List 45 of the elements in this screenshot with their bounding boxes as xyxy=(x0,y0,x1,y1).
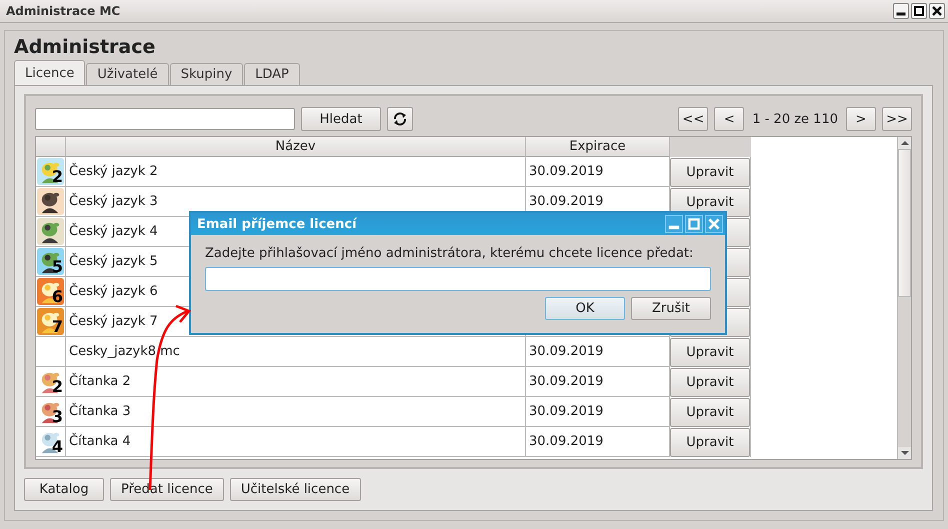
login-field[interactable] xyxy=(205,267,711,291)
search-button[interactable]: Hledat xyxy=(301,107,381,131)
icon-number: 4 xyxy=(52,439,63,455)
last-page-button[interactable]: >> xyxy=(882,107,912,131)
action-button[interactable]: Učitelské licence xyxy=(230,478,361,501)
edit-button[interactable]: Upravit xyxy=(670,428,750,456)
column-header: Název xyxy=(66,137,526,157)
search-field[interactable] xyxy=(35,108,295,130)
table-cell: Čítanka 4 xyxy=(66,427,526,457)
icon-number: 2 xyxy=(52,169,63,185)
refresh-icon[interactable] xyxy=(392,111,408,127)
maximize-icon[interactable] xyxy=(911,3,927,19)
table-cell: Čítanka 2 xyxy=(66,367,526,397)
page-heading: Administrace xyxy=(14,36,156,60)
scrollbar[interactable] xyxy=(897,137,911,459)
tab[interactable]: Skupiny xyxy=(170,63,244,85)
tab[interactable]: LDAP xyxy=(244,63,300,85)
dialog-title: Email příjemce licencí xyxy=(197,216,357,232)
scroll-thumb[interactable] xyxy=(898,149,911,297)
close-icon[interactable] xyxy=(929,3,945,19)
icon-number: 7 xyxy=(52,319,63,335)
previous-page-button[interactable]: < xyxy=(714,107,744,131)
icon-number: 3 xyxy=(52,409,63,425)
tab[interactable]: Licence xyxy=(14,60,86,85)
table-cell: Čítanka 3 xyxy=(66,397,526,427)
column-header: Expirace xyxy=(526,137,670,157)
icon-number: 5 xyxy=(52,259,63,275)
first-page-button[interactable]: << xyxy=(678,107,708,131)
page-range: 1 - 20 ze 110 xyxy=(751,112,839,126)
next-page-button[interactable]: > xyxy=(846,107,876,131)
dialog-button[interactable]: Zrušit xyxy=(631,297,711,320)
action-button[interactable]: Předat licence xyxy=(110,478,224,501)
edit-button[interactable]: Upravit xyxy=(670,368,750,396)
minimize-icon[interactable] xyxy=(893,3,909,19)
action-button[interactable]: Katalog xyxy=(24,478,104,501)
icon-number: 2 xyxy=(52,379,63,395)
icon-number: 6 xyxy=(52,289,63,305)
dialog-button[interactable]: OK xyxy=(545,297,625,320)
edit-button[interactable]: Upravit xyxy=(670,158,750,186)
edit-button[interactable]: Upravit xyxy=(670,398,750,426)
window-title: Administrace MC xyxy=(6,4,120,18)
tab[interactable]: Uživatelé xyxy=(86,63,169,85)
edit-button[interactable]: Upravit xyxy=(670,338,750,366)
refresh-button[interactable] xyxy=(387,107,413,131)
table-cell: Český jazyk 2 xyxy=(66,157,526,187)
